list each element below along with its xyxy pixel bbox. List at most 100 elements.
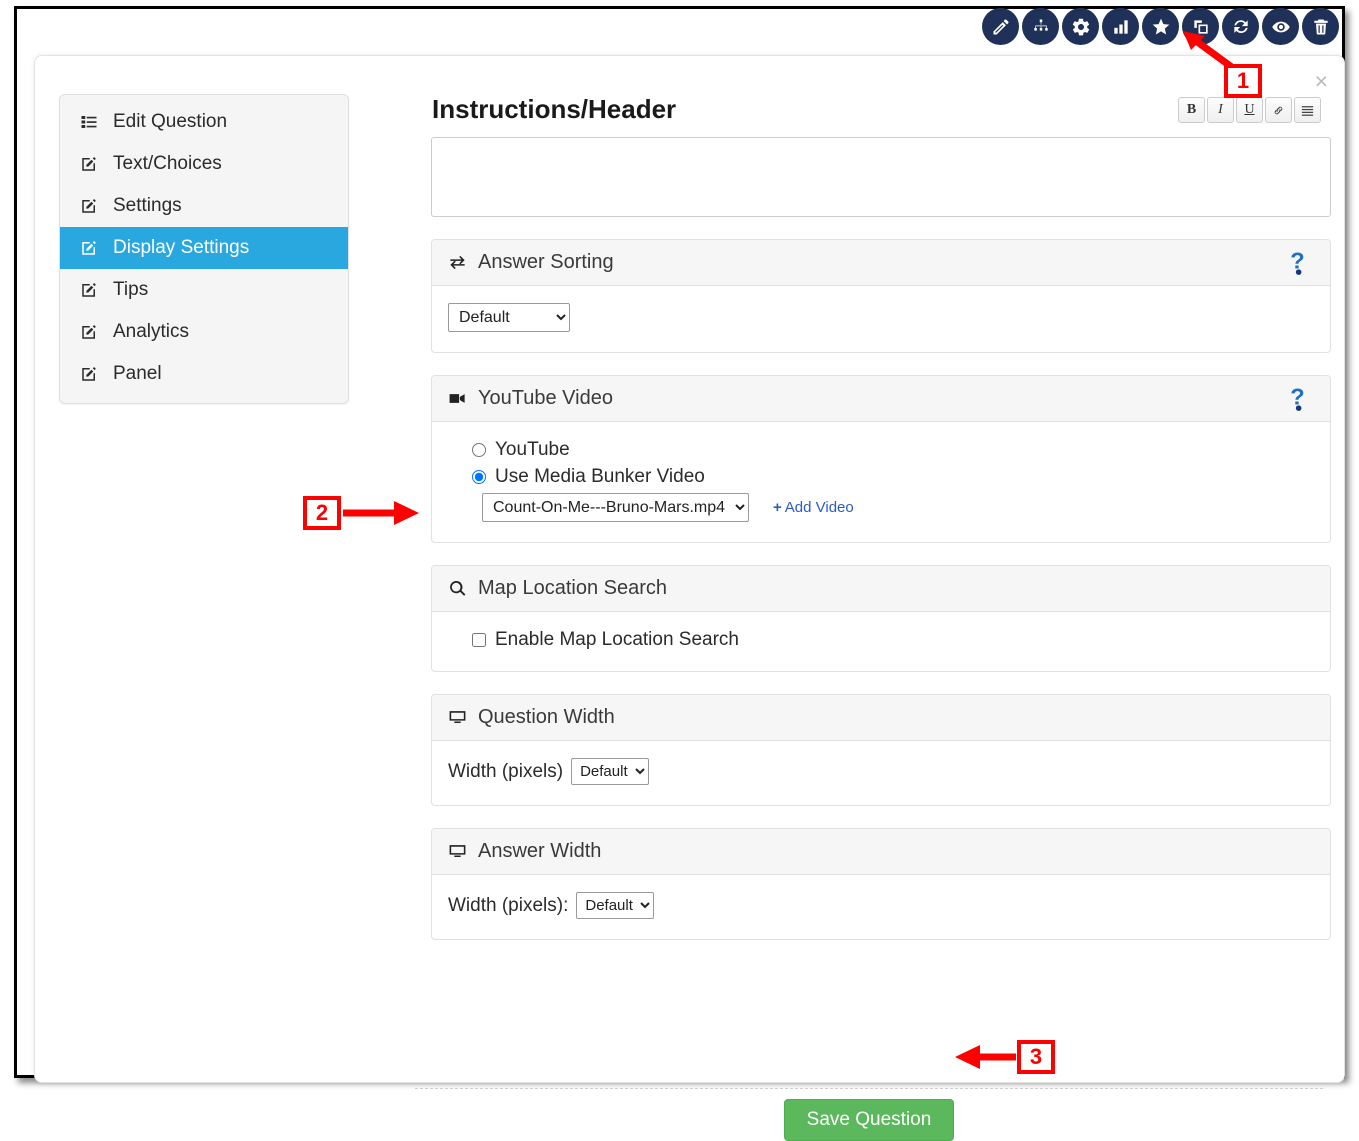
video-camera-icon — [448, 389, 467, 408]
sidebar-item-label: Text/Choices — [113, 153, 222, 175]
media-bunker-radio-row: Use Media Bunker Video — [448, 466, 1314, 488]
save-button[interactable]: Save Question — [784, 1099, 955, 1141]
close-icon[interactable]: × — [1315, 70, 1328, 93]
video-file-select[interactable]: Count-On-Me---Bruno-Mars.mp4 — [482, 493, 749, 522]
sidebar-item-label: Panel — [113, 363, 162, 385]
settings-sidebar: Edit Question Text/Choices Settings Disp… — [59, 94, 349, 404]
sidebar-item-display-settings[interactable]: Display Settings — [60, 227, 348, 269]
sidebar-item-edit-question[interactable]: Edit Question — [60, 101, 348, 143]
answer-width-body: Width (pixels): Default — [432, 875, 1330, 939]
sidebar-item-label: Edit Question — [113, 111, 227, 133]
youtube-video-header: YouTube Video ? — [432, 376, 1330, 422]
list-icon — [80, 113, 104, 131]
question-width-select[interactable]: Default — [571, 758, 649, 785]
svg-text:?: ? — [1290, 384, 1304, 409]
sidebar-item-text-choices[interactable]: Text/Choices — [60, 143, 348, 185]
media-bunker-radio-label[interactable]: Use Media Bunker Video — [495, 466, 705, 488]
edit-square-icon — [80, 239, 104, 257]
question-width-body: Width (pixels) Default — [432, 741, 1330, 805]
youtube-radio-row: YouTube — [448, 439, 1314, 461]
panel-title: Answer Sorting — [478, 251, 614, 274]
star-icon[interactable] — [1142, 8, 1179, 45]
bar-chart-icon[interactable] — [1102, 8, 1139, 45]
annotation-marker-3: 3 — [1017, 1040, 1055, 1074]
map-location-search-panel: Map Location Search Enable Map Location … — [431, 565, 1331, 672]
svg-text:?: ? — [1290, 248, 1304, 273]
link-icon[interactable] — [1265, 97, 1292, 123]
modal-footer: Save Question — [415, 1088, 1323, 1141]
panel-title: Map Location Search — [478, 577, 667, 600]
sidebar-item-label: Settings — [113, 195, 182, 217]
sidebar-item-panel[interactable]: Panel — [60, 353, 348, 395]
help-icon[interactable]: ? — [1288, 248, 1314, 283]
italic-icon[interactable]: I — [1207, 97, 1234, 123]
search-icon — [448, 579, 467, 598]
youtube-radio[interactable] — [472, 443, 486, 457]
desktop-icon — [448, 842, 467, 861]
sidebar-item-label: Analytics — [113, 321, 189, 343]
sitemap-icon[interactable] — [1022, 8, 1059, 45]
enable-map-row: Enable Map Location Search — [448, 629, 1314, 651]
youtube-video-body: YouTube Use Media Bunker Video Count-On-… — [432, 422, 1330, 542]
map-location-search-body: Enable Map Location Search — [432, 612, 1330, 671]
answer-width-panel: Answer Width Width (pixels): Default — [431, 828, 1331, 940]
display-settings-content: Instructions/Header B I U — [415, 92, 1323, 940]
map-location-search-header: Map Location Search — [432, 566, 1330, 612]
enable-map-checkbox[interactable] — [472, 633, 486, 647]
edit-square-icon — [80, 197, 104, 215]
video-select-row: Count-On-Me---Bruno-Mars.mp4 +Add Video — [482, 493, 1314, 522]
answer-sorting-body: DefaultRandomizeAlphabeticalReverse — [432, 286, 1330, 352]
refresh-icon[interactable] — [1222, 8, 1259, 45]
sidebar-item-label: Tips — [113, 279, 148, 301]
edit-square-icon — [80, 155, 104, 173]
gear-icon[interactable] — [1062, 8, 1099, 45]
annotation-marker-1: 1 — [1224, 64, 1262, 98]
sidebar-item-tips[interactable]: Tips — [60, 269, 348, 311]
instructions-header-row: Instructions/Header B I U — [415, 92, 1323, 136]
sidebar-item-analytics[interactable]: Analytics — [60, 311, 348, 353]
answer-width-header: Answer Width — [432, 829, 1330, 875]
rich-text-toolbar: B I U — [1178, 97, 1321, 123]
media-bunker-radio[interactable] — [472, 470, 486, 484]
answer-sorting-select[interactable]: DefaultRandomizeAlphabeticalReverse — [448, 303, 570, 332]
question-width-panel: Question Width Width (pixels) Default — [431, 694, 1331, 806]
edit-square-icon — [80, 323, 104, 341]
panel-title: Question Width — [478, 706, 615, 729]
trash-icon[interactable] — [1302, 8, 1339, 45]
answer-width-label: Width (pixels): — [448, 895, 568, 917]
browser-frame: × Edit Question Text/Choices Settings — [14, 6, 1345, 1078]
answer-width-select[interactable]: Default — [576, 892, 654, 919]
clone-icon[interactable] — [1182, 8, 1219, 45]
help-icon[interactable]: ? — [1288, 384, 1314, 419]
list-lines-icon[interactable] — [1294, 97, 1321, 123]
edit-square-icon — [80, 365, 104, 383]
underline-icon[interactable]: U — [1236, 97, 1263, 123]
sidebar-item-label: Display Settings — [113, 237, 249, 259]
question-action-toolbar[interactable] — [982, 8, 1339, 45]
answer-sorting-panel: Answer Sorting ? DefaultRandomizeAlphabe… — [431, 239, 1331, 353]
exchange-icon — [448, 253, 467, 272]
answer-sorting-header: Answer Sorting ? — [432, 240, 1330, 286]
youtube-radio-label[interactable]: YouTube — [495, 439, 570, 461]
annotation-marker-2: 2 — [303, 496, 341, 530]
add-video-link[interactable]: +Add Video — [773, 499, 854, 516]
question-width-label: Width (pixels) — [448, 761, 563, 783]
panel-title: YouTube Video — [478, 387, 613, 410]
panel-title: Answer Width — [478, 840, 601, 863]
youtube-video-panel: YouTube Video ? YouTube Use Media Bunker… — [431, 375, 1331, 543]
edit-square-icon — [80, 281, 104, 299]
add-video-label: Add Video — [785, 499, 854, 516]
answer-width-row: Width (pixels): Default — [448, 892, 1314, 919]
plus-icon: + — [773, 499, 782, 516]
sidebar-item-settings[interactable]: Settings — [60, 185, 348, 227]
question-width-header: Question Width — [432, 695, 1330, 741]
edit-pencil-icon[interactable] — [982, 8, 1019, 45]
enable-map-label[interactable]: Enable Map Location Search — [495, 629, 739, 651]
desktop-icon — [448, 708, 467, 727]
instructions-header-textarea[interactable] — [431, 137, 1331, 217]
page-title: Instructions/Header — [432, 94, 676, 125]
question-settings-modal: × Edit Question Text/Choices Settings — [34, 55, 1345, 1083]
eye-icon[interactable] — [1262, 8, 1299, 45]
bold-icon[interactable]: B — [1178, 97, 1205, 123]
question-width-row: Width (pixels) Default — [448, 758, 1314, 785]
